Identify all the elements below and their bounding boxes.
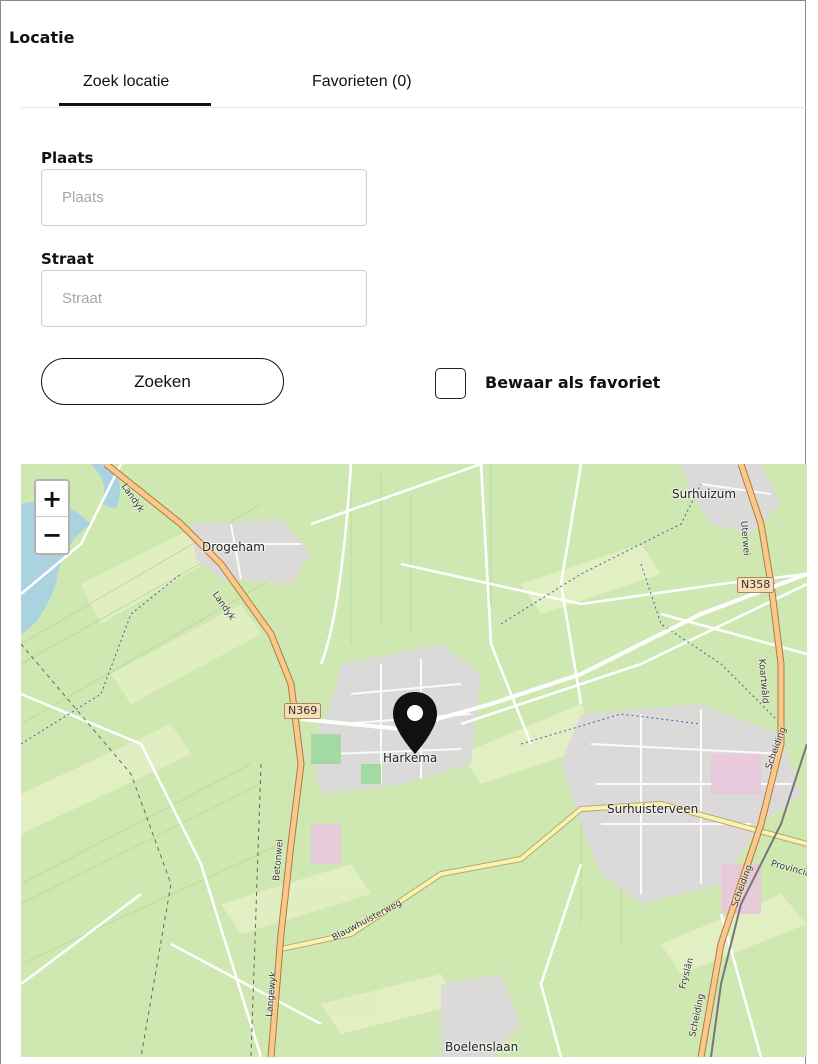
place-label-surhuizum: Surhuizum [672, 487, 737, 501]
zoom-in-button[interactable]: + [36, 481, 68, 517]
favorite-checkbox[interactable] [435, 368, 466, 399]
straat-label: Straat [41, 250, 94, 268]
map-pin-icon[interactable] [390, 690, 440, 756]
location-panel: Locatie Zoek locatie Favorieten (0) Plaa… [0, 0, 807, 1064]
tab-favorieten[interactable]: Favorieten (0) [312, 73, 412, 91]
tab-bar: Zoek locatie Favorieten (0) [21, 63, 807, 108]
straat-input[interactable] [41, 270, 367, 327]
road-shield-n369: N369 [284, 703, 322, 719]
favorite-checkbox-label: Bewaar als favoriet [485, 373, 661, 392]
tab-zoek-locatie[interactable]: Zoek locatie [83, 73, 169, 91]
place-label-drogeham: Drogeham [202, 540, 265, 554]
plaats-label: Plaats [41, 149, 94, 167]
plaats-input[interactable] [41, 169, 367, 226]
panel-title: Locatie [9, 28, 75, 47]
road-shield-n358: N358 [737, 577, 775, 593]
zoeken-button[interactable]: Zoeken [41, 358, 284, 405]
place-label-boelenslaan: Boelenslaan [445, 1040, 519, 1054]
active-tab-indicator [59, 103, 211, 106]
zoom-control: + − [34, 479, 70, 555]
zoom-out-button[interactable]: − [36, 517, 68, 553]
map-view[interactable]: + − Drogeham Harkema Surhuizum Surhuiste… [21, 464, 807, 1057]
place-label-surhuisterveen: Surhuisterveen [607, 802, 699, 816]
